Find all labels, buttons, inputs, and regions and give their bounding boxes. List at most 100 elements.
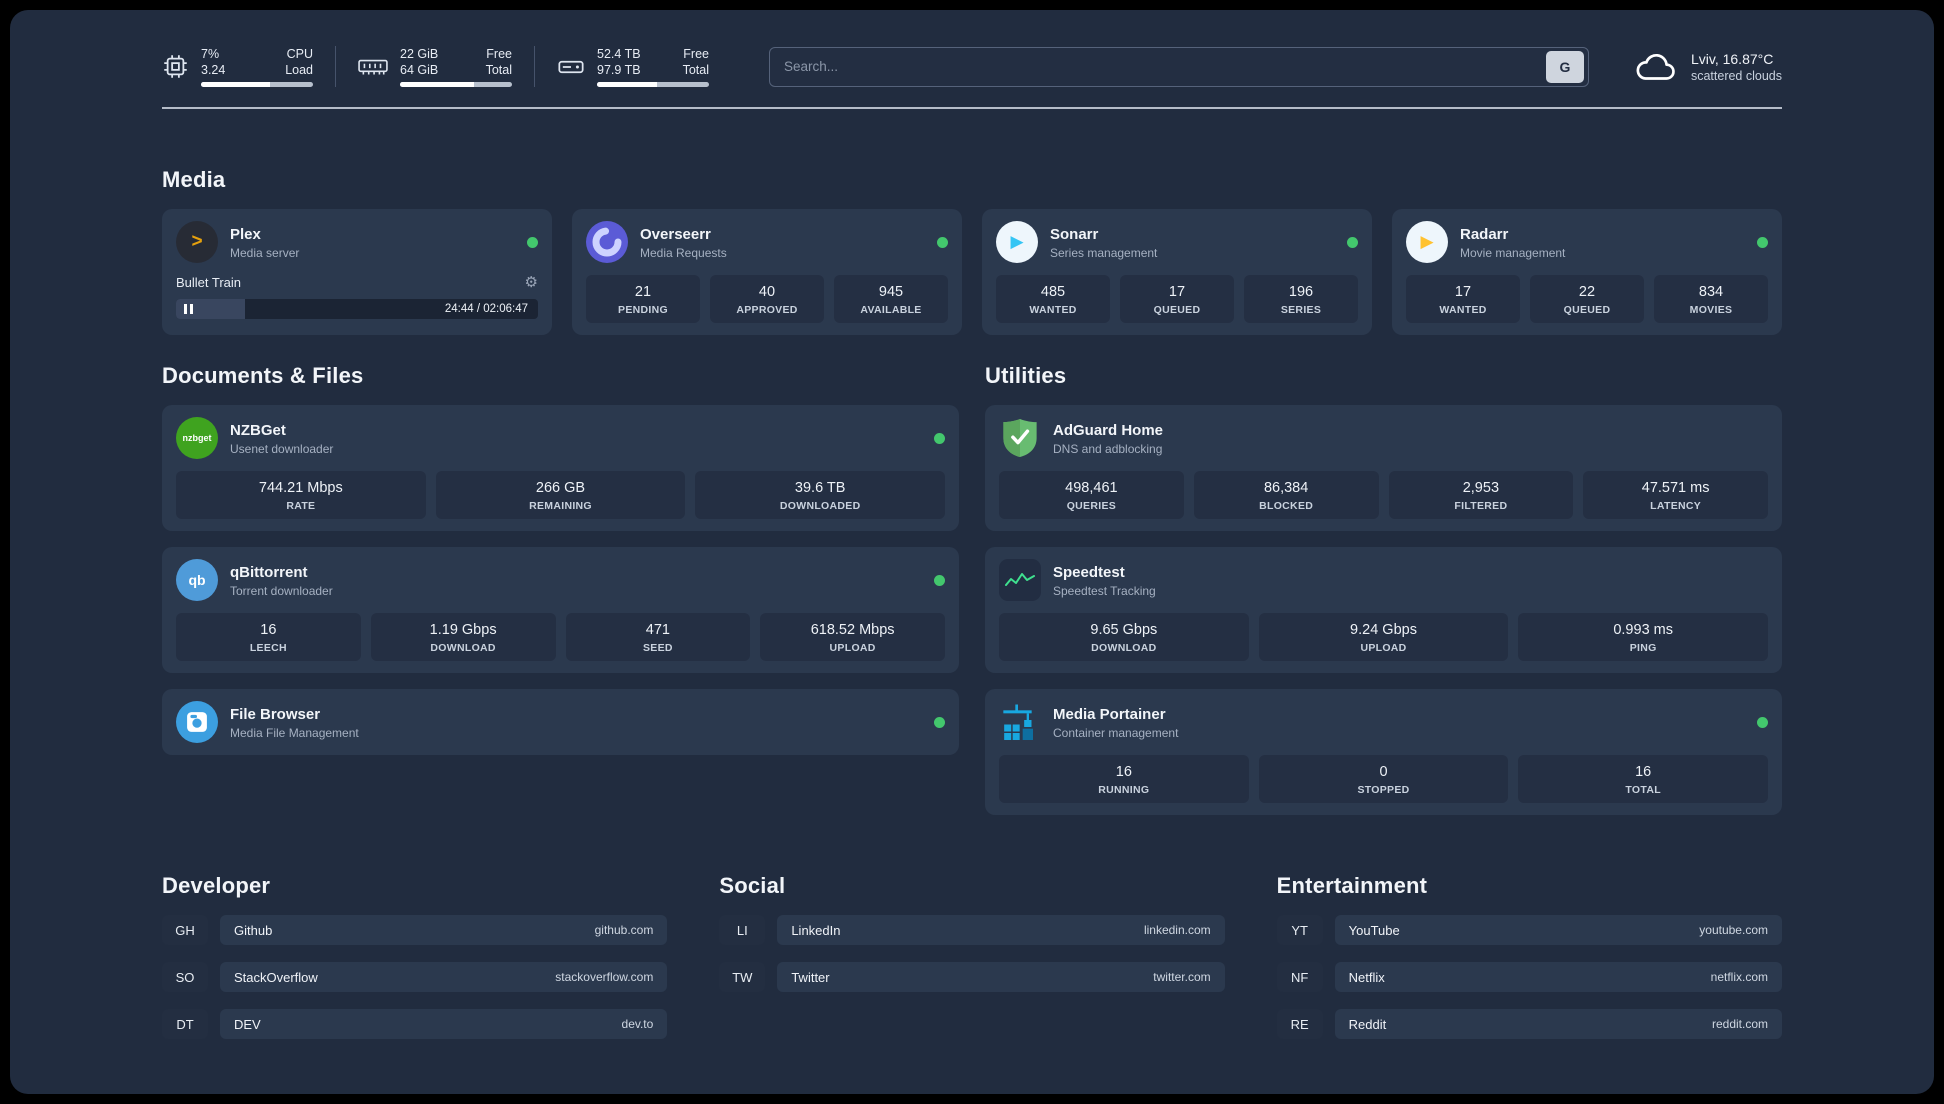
app-name: Speedtest bbox=[1053, 563, 1125, 581]
bookmark-netflix[interactable]: NF Netflix netflix.com bbox=[1276, 962, 1782, 992]
stat-remaining: 266 GB REMAINING bbox=[435, 471, 686, 519]
adguard-shield-icon bbox=[999, 417, 1041, 459]
ram-icon bbox=[358, 55, 388, 79]
overseerr-card[interactable]: Overseerr Media Requests 21 PENDING 40 APP… bbox=[572, 209, 962, 335]
app-desc: Torrent downloader bbox=[230, 583, 333, 598]
app-name: qBittorrent bbox=[230, 563, 308, 581]
status-dot bbox=[1347, 236, 1358, 248]
gear-icon[interactable]: ⚙ bbox=[525, 273, 538, 291]
weather-location-temp: Lviv, 16.87°C bbox=[1690, 50, 1774, 67]
qbittorrent-card[interactable]: qb qBittorrent Torrent downloader 16 LEEC… bbox=[162, 547, 959, 673]
speedtest-card[interactable]: Speedtest Speedtest Tracking 9.65 Gbps DO… bbox=[985, 547, 1782, 673]
bookmark-twitter[interactable]: TW Twitter twitter.com bbox=[719, 962, 1225, 992]
cpu-metric: 7% CPU 3.24 Load bbox=[162, 46, 313, 87]
now-playing-title: Bullet Train bbox=[176, 274, 242, 290]
stat-downloaded: 39.6 TB DOWNLOADED bbox=[695, 471, 946, 519]
portainer-crane-icon bbox=[999, 701, 1041, 743]
search-input[interactable] bbox=[784, 59, 1546, 74]
cloud-icon bbox=[1633, 50, 1679, 84]
stat-upload: 9.24 Gbps UPLOAD bbox=[1258, 613, 1509, 661]
status-dot bbox=[937, 236, 948, 248]
app-desc: Movie management bbox=[1460, 245, 1566, 260]
disk-icon bbox=[557, 55, 585, 79]
app-desc: Usenet downloader bbox=[230, 441, 334, 456]
status-dot bbox=[1757, 716, 1768, 728]
bookmark-linkedin[interactable]: LI LinkedIn linkedin.com bbox=[719, 915, 1225, 945]
bookmark-youtube[interactable]: YT YouTube youtube.com bbox=[1276, 915, 1782, 945]
bookmark-github[interactable]: GH Github github.com bbox=[162, 915, 668, 945]
ram-free-label: Free bbox=[486, 47, 512, 61]
search-engine-button[interactable]: G bbox=[1545, 50, 1584, 83]
stat-approved: 40 APPROVED bbox=[710, 275, 824, 323]
status-dot bbox=[527, 236, 538, 248]
nzbget-card[interactable]: nzbget NZBGet Usenet downloader 744.21 M… bbox=[162, 405, 959, 531]
bookmark-abbr: RE bbox=[1276, 1009, 1323, 1039]
stat-ping: 0.993 ms PING bbox=[1518, 613, 1769, 661]
app-desc: Media server bbox=[230, 245, 300, 260]
overseerr-icon bbox=[586, 221, 628, 263]
app-name: NZBGet bbox=[230, 421, 286, 439]
stat-available: 945 AVAILABLE bbox=[834, 275, 948, 323]
stat-total: 16 TOTAL bbox=[1518, 755, 1769, 803]
status-dot bbox=[934, 716, 945, 728]
bookmark-reddit[interactable]: RE Reddit reddit.com bbox=[1276, 1009, 1782, 1039]
search-bar: G bbox=[769, 46, 1589, 87]
filebrowser-card[interactable]: File Browser Media File Management bbox=[162, 689, 959, 755]
bookmark-abbr: DT bbox=[162, 1009, 208, 1039]
disk-total-label: Total bbox=[682, 63, 709, 77]
radarr-card[interactable]: ▶ Radarr Movie management 17 WANTED 22 QUE… bbox=[1392, 209, 1782, 335]
stat-movies: 834 MOVIES bbox=[1654, 275, 1768, 323]
cpu-label: CPU bbox=[286, 47, 313, 61]
stat-blocked: 86,384 BLOCKED bbox=[1193, 471, 1379, 519]
adguard-card[interactable]: AdGuard Home DNS and adblocking 498,461 Q… bbox=[985, 405, 1782, 531]
sonarr-icon: ▶ bbox=[996, 221, 1038, 263]
nzbget-icon: nzbget bbox=[176, 417, 218, 459]
top-header: 7% CPU 3.24 Load 22 GiB Free 64 GiB Total bbox=[162, 46, 1782, 87]
stat-filtered: 2,953 FILTERED bbox=[1388, 471, 1574, 519]
bookmark-stackoverflow[interactable]: SO StackOverflow stackoverflow.com bbox=[162, 962, 668, 992]
stat-upload: 618.52 Mbps UPLOAD bbox=[760, 613, 945, 661]
header-divider bbox=[162, 107, 1782, 109]
status-dot bbox=[1757, 236, 1768, 248]
playback-progress-bar[interactable]: 24:44 / 02:06:47 bbox=[176, 299, 538, 319]
filebrowser-icon bbox=[176, 701, 218, 743]
cpu-percent: 7% bbox=[201, 47, 220, 61]
section-title-documents: Documents & Files bbox=[162, 363, 364, 388]
app-name: AdGuard Home bbox=[1053, 421, 1164, 439]
portainer-card[interactable]: Media Portainer Container management 16 R… bbox=[985, 689, 1782, 815]
bookmark-abbr: SO bbox=[162, 962, 208, 992]
status-dot bbox=[934, 574, 945, 586]
bookmark-group-social: Social LI LinkedIn linkedin.com TW Twitte… bbox=[719, 873, 1225, 1039]
bookmark-dev[interactable]: DT DEV dev.to bbox=[162, 1009, 668, 1039]
pause-icon[interactable] bbox=[184, 304, 193, 314]
app-name: Media Portainer bbox=[1053, 705, 1166, 723]
bookmark-abbr: NF bbox=[1276, 962, 1323, 992]
radarr-icon: ▶ bbox=[1406, 221, 1448, 263]
stat-wanted: 17 WANTED bbox=[1406, 275, 1520, 323]
sonarr-card[interactable]: ▶ Sonarr Series management 485 WANTED 17 Q… bbox=[982, 209, 1372, 335]
plex-icon: > bbox=[176, 221, 218, 263]
ram-free-value: 22 GiB bbox=[400, 47, 439, 61]
stat-pending: 21 PENDING bbox=[586, 275, 700, 323]
playback-time: 24:44 / 02:06:47 bbox=[444, 303, 528, 315]
plex-card[interactable]: > Plex Media server Bullet Train ⚙ 24:44… bbox=[162, 209, 552, 335]
cpu-load-value: 3.24 bbox=[201, 63, 226, 77]
cpu-chip-icon bbox=[162, 53, 189, 80]
app-desc: Media File Management bbox=[230, 725, 359, 740]
bookmark-abbr: TW bbox=[719, 962, 766, 992]
stat-stopped: 0 STOPPED bbox=[1258, 755, 1509, 803]
ram-progress-bar bbox=[400, 82, 512, 87]
app-name: File Browser bbox=[230, 705, 321, 723]
stat-queued: 22 QUEUED bbox=[1530, 275, 1644, 323]
app-name: Overseerr bbox=[640, 225, 711, 243]
section-title-social: Social bbox=[719, 873, 786, 898]
section-title-developer: Developer bbox=[162, 873, 271, 898]
stat-queries: 498,461 QUERIES bbox=[999, 471, 1184, 519]
system-metrics: 7% CPU 3.24 Load 22 GiB Free 64 GiB Total bbox=[162, 46, 709, 87]
cpu-progress-bar bbox=[201, 82, 313, 87]
speedtest-graph-icon bbox=[999, 559, 1041, 601]
qbittorrent-icon: qb bbox=[176, 559, 218, 601]
disk-metric: 52.4 TB Free 97.9 TB Total bbox=[534, 46, 709, 87]
section-title-entertainment: Entertainment bbox=[1276, 873, 1428, 898]
cpu-load-label: Load bbox=[285, 63, 313, 77]
